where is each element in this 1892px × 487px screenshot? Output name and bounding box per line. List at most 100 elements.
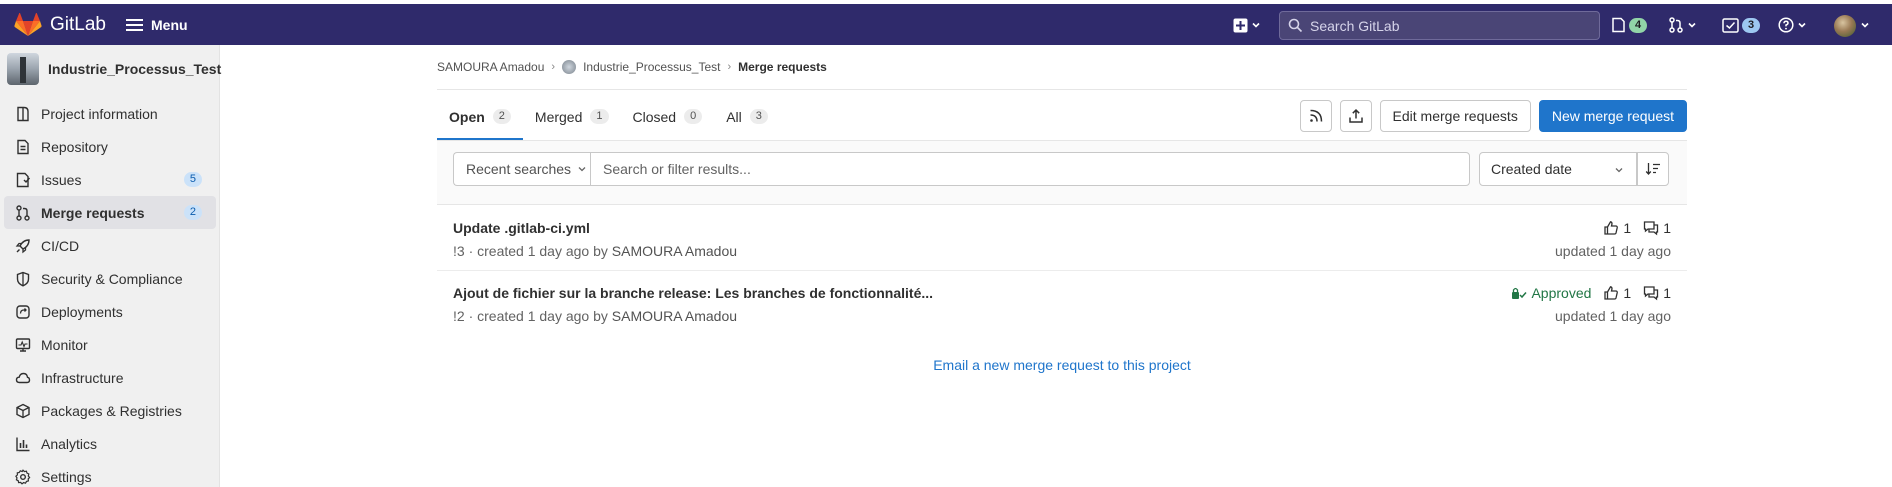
merge-request-stats: 1 1: [1603, 220, 1671, 236]
sidebar-item-deployments[interactable]: Deployments: [4, 295, 216, 328]
comments[interactable]: 1: [1643, 220, 1671, 236]
new-merge-request-button[interactable]: New merge request: [1538, 100, 1687, 132]
issues-count-badge: 4: [1629, 17, 1648, 33]
merge-request-title[interactable]: Ajout de fichier sur la branche release:…: [453, 285, 933, 301]
merge-request-title[interactable]: Update .gitlab-ci.yml: [453, 220, 590, 236]
merge-request-meta: !3 · created 1 day ago by SAMOURA Amadou: [453, 243, 737, 259]
sort-dropdown[interactable]: Created date: [1479, 152, 1637, 186]
merge-request-updated: updated 1 day ago: [1555, 243, 1671, 259]
gear-icon: [15, 468, 31, 485]
filter-search-input[interactable]: Search or filter results...: [590, 152, 1470, 186]
sidebar-item-packages-registries[interactable]: Packages & Registries: [4, 394, 216, 427]
tab-merged[interactable]: Merged 1: [523, 93, 621, 140]
sidebar-item-repository[interactable]: Repository: [4, 130, 216, 163]
gitlab-logo-icon[interactable]: [14, 13, 42, 37]
breadcrumb-separator-icon: ›: [551, 61, 556, 73]
sidebar-item-security-compliance[interactable]: Security & Compliance: [4, 262, 216, 295]
breadcrumb-separator-icon: ›: [727, 61, 732, 73]
brand-name[interactable]: GitLab: [50, 14, 106, 36]
tab-label: All: [726, 108, 742, 125]
sidebar-item-label: Packages & Registries: [41, 402, 182, 419]
help-icon: [1778, 17, 1794, 33]
merge-request-icon: [16, 204, 30, 221]
breadcrumb: SAMOURA Amadou › Industrie_Processus_Tes…: [437, 60, 827, 74]
email-merge-request-link: Email a new merge request to this projec…: [437, 357, 1687, 373]
repository-icon: [17, 139, 29, 154]
sidebar-item-label: Settings: [41, 468, 92, 485]
tab-closed[interactable]: Closed 0: [621, 93, 715, 140]
header-actions: Edit merge requests New merge request: [1299, 100, 1687, 132]
issues-shortcut[interactable]: 4: [1611, 15, 1648, 35]
comment-count: 1: [1663, 285, 1671, 301]
todo-icon: [1722, 17, 1739, 33]
sort-label: Created date: [1491, 161, 1572, 177]
todos-shortcut[interactable]: 3: [1722, 15, 1761, 35]
export-button[interactable]: [1339, 100, 1372, 132]
sidebar-item-cicd[interactable]: CI/CD: [4, 229, 216, 262]
user-menu-chevron[interactable]: [1860, 15, 1870, 35]
merge-request-author[interactable]: SAMOURA Amadou: [612, 243, 737, 259]
rss-icon: [1309, 109, 1322, 122]
sidebar-item-project-information[interactable]: Project information: [4, 97, 216, 130]
sidebar-item-issues[interactable]: Issues 5: [4, 163, 216, 196]
recent-searches-label: Recent searches: [466, 161, 572, 177]
merge-request-updated: updated 1 day ago: [1555, 308, 1671, 324]
project-sidebar: Industrie_Processus_Test Project informa…: [0, 45, 221, 487]
sidebar-item-merge-requests[interactable]: Merge requests 2: [4, 196, 216, 229]
sidebar-item-infrastructure[interactable]: Infrastructure: [4, 361, 216, 394]
monitor-icon: [15, 337, 31, 352]
hamburger-icon: [126, 19, 143, 31]
breadcrumb-current[interactable]: Merge requests: [738, 60, 827, 74]
comments-icon: [1644, 286, 1659, 301]
merge-request-meta-text: !3 · created 1 day ago by: [453, 243, 608, 259]
rss-button[interactable]: [1299, 100, 1332, 132]
chevron-down-icon: [1861, 22, 1869, 28]
recent-searches-dropdown[interactable]: Recent searches: [453, 152, 590, 186]
sidebar-item-settings[interactable]: Settings: [4, 460, 216, 487]
chevron-down-icon: [1688, 22, 1696, 28]
filter-placeholder: Search or filter results...: [603, 161, 751, 177]
sidebar-item-label: Infrastructure: [41, 369, 124, 386]
tab-label: Open: [449, 108, 485, 125]
project-name: Industrie_Processus_Test: [48, 61, 222, 77]
user-avatar[interactable]: [1834, 15, 1856, 37]
sidebar-item-label: Issues: [41, 171, 82, 188]
sidebar-item-analytics[interactable]: Analytics: [4, 427, 216, 460]
chevron-down-icon: [1252, 22, 1260, 28]
merge-request-author[interactable]: SAMOURA Amadou: [612, 308, 737, 324]
shield-icon: [16, 271, 30, 287]
filter-bar: Recent searches Search or filter results…: [437, 141, 1687, 205]
new-dropdown-button[interactable]: [1233, 15, 1261, 35]
email-merge-request-link-text[interactable]: Email a new merge request to this projec…: [933, 357, 1191, 373]
tab-open[interactable]: Open 2: [437, 93, 523, 140]
deployments-icon: [16, 304, 30, 319]
comments-icon: [1644, 221, 1659, 236]
top-navbar: GitLab Menu Search GitLab 4 3: [0, 4, 1892, 45]
edit-merge-requests-button[interactable]: Edit merge requests: [1379, 100, 1531, 132]
project-info-icon: [17, 106, 29, 121]
comments[interactable]: 1: [1643, 285, 1671, 301]
issues-icon: [16, 172, 31, 187]
upvotes: 1: [1603, 285, 1631, 301]
sort-direction-button[interactable]: [1637, 152, 1669, 186]
merge-request-row: Update .gitlab-ci.yml !3 · created 1 day…: [437, 206, 1687, 271]
sidebar-nav: Project information Repository Issues 5 …: [4, 97, 216, 487]
tab-all[interactable]: All 3: [714, 93, 780, 140]
tab-count-badge: 0: [684, 109, 703, 124]
breadcrumb-project[interactable]: Industrie_Processus_Test: [583, 60, 720, 74]
merge-request-icon: [1669, 17, 1683, 33]
approval-lock-icon: [1512, 287, 1528, 299]
sidebar-item-monitor[interactable]: Monitor: [4, 328, 216, 361]
tab-label: Merged: [534, 108, 583, 125]
menu-button[interactable]: Menu: [126, 14, 188, 36]
merge-requests-shortcut[interactable]: [1668, 15, 1697, 35]
help-dropdown[interactable]: [1778, 15, 1807, 35]
search-input[interactable]: Search GitLab: [1279, 11, 1600, 40]
breadcrumb-user[interactable]: SAMOURA Amadou: [437, 60, 544, 74]
state-tabs: Open 2 Merged 1 Closed 0 All 3: [437, 93, 780, 140]
plus-square-icon: [1233, 18, 1248, 32]
sidebar-item-label: CI/CD: [41, 237, 80, 254]
comment-count: 1: [1663, 220, 1671, 236]
project-header[interactable]: Industrie_Processus_Test: [7, 53, 221, 85]
merge-request-meta: !2 · created 1 day ago by SAMOURA Amadou: [453, 308, 737, 324]
